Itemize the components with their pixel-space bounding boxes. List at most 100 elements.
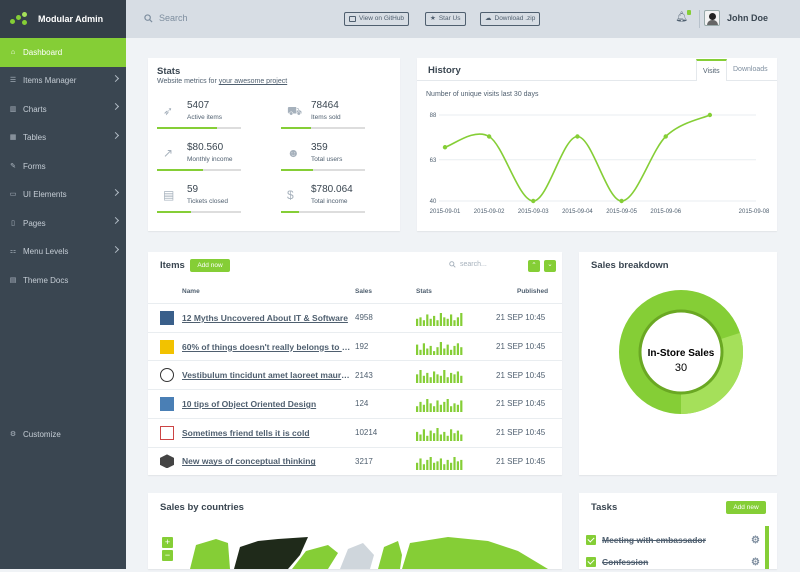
stat-item: $ $780.064 Total income [281,184,391,218]
map-region-americas[interactable] [190,539,230,569]
spark-bar [439,313,442,326]
sort-up-button[interactable]: ⌃ [528,260,540,272]
stat-progress [157,211,241,213]
stats-project-link[interactable]: your awesome project [219,78,287,85]
chevron-up-icon: ⌃ [531,262,537,269]
sidebar-item-menu-levels[interactable]: ⚏ Menu Levels [0,238,126,267]
task-checkbox[interactable] [586,557,596,567]
add-item-button[interactable]: Add now [190,259,230,272]
spark-bar [436,320,439,326]
col-published: Published [517,288,549,295]
spark-bar [429,430,432,441]
data-point[interactable] [663,134,668,139]
stat-progress [281,127,365,129]
map-region-scandinavia[interactable] [340,543,374,569]
tab-visits[interactable]: Visits [696,59,727,81]
world-map[interactable] [188,533,562,569]
item-name-link[interactable]: New ways of conceptual thinking [182,456,352,466]
zoom-in-button[interactable]: + [162,537,173,548]
brand[interactable]: Modular Admin [0,0,126,38]
sidebar-item-pages[interactable]: ▯ Pages [0,209,126,238]
spark-bar [443,348,446,355]
zoom-out-button[interactable]: − [162,550,173,561]
stats-card: Stats Website metrics for your awesome p… [148,58,400,231]
data-point[interactable] [442,145,448,150]
sidebar-item-label: Charts [23,104,47,114]
task-checkbox[interactable] [586,535,596,545]
item-name-link[interactable]: 12 Myths Uncovered About IT & Software [182,313,352,323]
spark-bar [453,403,456,413]
sales-donut-chart: In-Store Sales 30 [619,290,743,414]
spark-bar [433,462,436,470]
search-bar[interactable]: Search [144,13,188,23]
table-row[interactable]: Sometimes friend tells it is cold 10214 21… [148,417,562,447]
spark-bar [446,318,449,326]
top-header: Search View on GitHub ★ Star Us ☁ Download… [126,0,800,38]
table-row[interactable]: 10 tips of Object Oriented Design 124 21 S… [148,389,562,418]
spark-bar [460,400,463,413]
gear-icon[interactable]: ⚙ [751,557,760,568]
task-item[interactable]: Meeting with embassador ⚙ [586,530,766,550]
gear-icon[interactable]: ⚙ [751,535,760,546]
table-row[interactable]: New ways of conceptual thinking 3217 21 SE… [148,446,562,476]
data-point[interactable] [619,198,624,204]
history-line-chart: 88 63 40 2015-09-01 2015-09-02 2015-09-03 2015… [430,112,770,215]
stat-progress [281,169,365,171]
sidebar-item-customize[interactable]: ⚙ Customize [0,420,126,449]
spark-bar [460,313,463,326]
add-task-button[interactable]: Add new [726,501,766,514]
item-name-link[interactable]: 60% of things doesn't really belongs to … [182,342,352,352]
spark-bar [416,318,419,326]
items-search[interactable]: search... [449,261,487,268]
items-search-input[interactable]: search... [460,261,487,268]
table-row[interactable]: 12 Myths Uncovered About IT & Software 49… [148,303,562,332]
spark-bar [446,459,449,470]
stat-progress [157,127,241,129]
header-divider [699,10,700,28]
sidebar-item-label: Menu Levels [23,247,69,257]
spark-bar [416,406,419,413]
item-name-link[interactable]: 10 tips of Object Oriented Design [182,399,352,409]
sidebar-item-charts[interactable]: ▥ Charts [0,95,126,124]
github-label: View on GitHub [359,15,405,22]
data-point[interactable] [575,134,580,139]
sidebar-item-forms[interactable]: ✎ Forms [0,152,126,181]
spark-bar [422,429,425,441]
sort-down-button[interactable]: ⌄ [544,260,556,272]
tab-downloads[interactable]: Downloads [727,59,774,81]
data-point[interactable] [531,198,536,204]
sidebar-item-dashboard[interactable]: ⌂ Dashboard [0,38,126,67]
spark-bar [453,320,456,326]
download-button[interactable]: ☁ Download .zip [480,12,541,26]
user-menu[interactable]: John Doe [703,10,768,26]
sidebar-item-theme-docs[interactable]: ▤ Theme Docs [0,266,126,295]
github-button[interactable]: View on GitHub [344,12,410,26]
spark-bar [422,463,425,470]
sidebar-item-ui-elements[interactable]: ▭ UI Elements [0,181,126,210]
stat-label: Monthly income [187,156,233,163]
notification-bell[interactable]: 🔔︎ [675,10,691,23]
table-row[interactable]: 60% of things doesn't really belongs to … [148,331,562,361]
data-point[interactable] [707,112,713,118]
stats-title: Stats [157,66,181,77]
sidebar-item-items-manager[interactable]: ☰ Items Manager [0,67,126,96]
item-name-link[interactable]: Vestibulum tincidunt amet laoreet mauris… [182,370,352,380]
map-region-asia[interactable] [402,537,548,569]
task-item[interactable]: Confession ⚙ [586,552,766,572]
table-row[interactable]: Vestibulum tincidunt amet laoreet mauris… [148,360,562,389]
spark-bar [456,317,459,326]
sidebar-item-label: Tables [23,133,47,143]
sidebar-item-tables[interactable]: ▦ Tables [0,124,126,153]
spark-bar [436,427,439,441]
spark-bar [433,350,436,355]
star-button[interactable]: ★ Star Us [425,12,466,26]
search-input[interactable]: Search [159,13,188,23]
data-point[interactable] [486,134,492,139]
spark-bar [443,401,446,413]
item-name-link[interactable]: Sometimes friend tells it is cold [182,428,352,438]
x-tick-label: 2015-09-08 [739,209,770,215]
map-region-europe[interactable] [378,541,402,569]
spark-bar [456,371,459,384]
sidebar: Modular Admin ⌂ Dashboard ☰ Items Manager ▥ C… [0,0,126,569]
x-tick-label: 2015-09-03 [518,209,549,215]
